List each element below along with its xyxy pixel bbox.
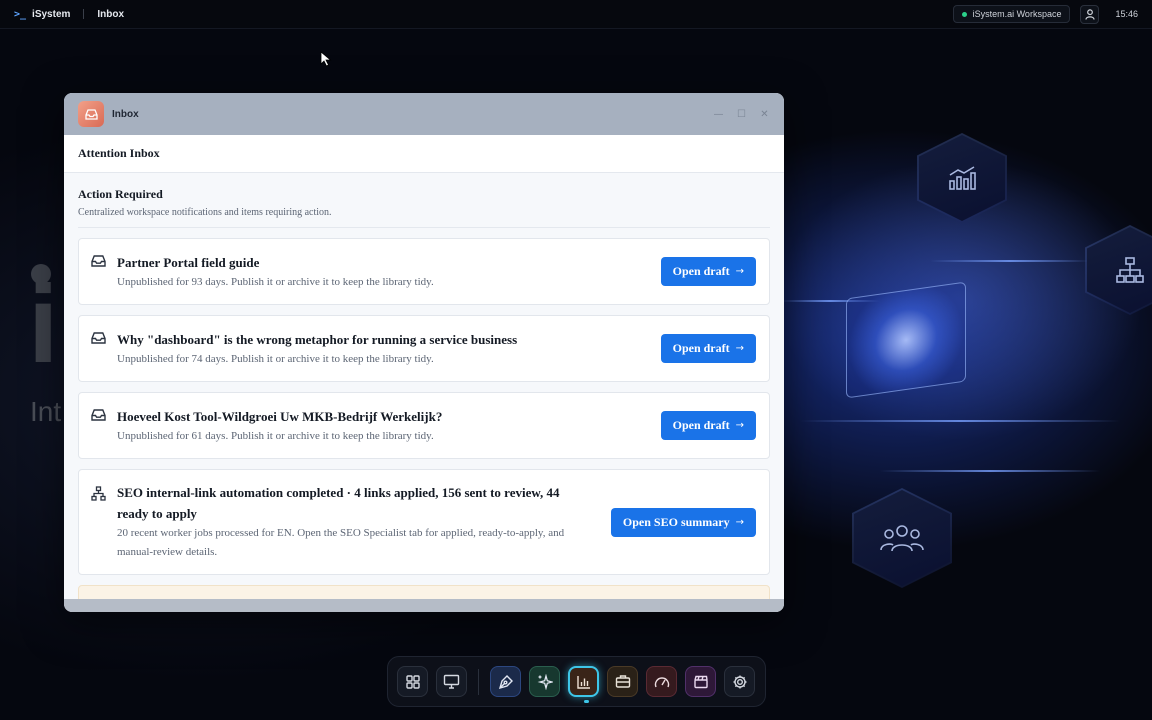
window-bottom-bar [64, 599, 784, 612]
workspace-status-dot [961, 11, 967, 17]
briefcase-icon [615, 675, 630, 688]
network-line [930, 260, 1090, 262]
arrow-right-icon: → [735, 266, 744, 277]
sparkles-icon [537, 673, 553, 690]
user-icon [1085, 8, 1095, 20]
dock-media-button[interactable] [685, 666, 716, 697]
open-draft-button[interactable]: Open draft → [660, 411, 756, 440]
button-label: Open draft [672, 264, 730, 278]
grid-icon [405, 674, 420, 689]
bar-chart-icon [576, 675, 590, 689]
item-title: Why "dashboard" is the wrong metaphor fo… [117, 331, 518, 347]
item-subtitle: 20 recent worker jobs processed for EN. … [117, 527, 565, 558]
top-bar-right: iSystem.ai Workspace 15:46 [952, 4, 1138, 24]
window-title: Inbox [112, 108, 139, 120]
dock-separator [478, 668, 479, 695]
dock-writer-button[interactable] [490, 666, 521, 697]
breadcrumb: Inbox [97, 8, 125, 20]
window-titlebar[interactable]: Inbox — ☐ ✕ [64, 93, 784, 135]
sitemap-icon [1116, 257, 1144, 283]
dock [387, 656, 766, 707]
dock-analytics-button[interactable] [568, 666, 599, 697]
breadcrumb-separator [83, 9, 85, 19]
user-menu-button[interactable] [1080, 4, 1100, 24]
workspace-switcher[interactable]: iSystem.ai Workspace [952, 5, 1071, 23]
item-title: SEO internal-link automation completed ·… [117, 485, 560, 521]
workspace-name: iSystem.ai Workspace [972, 9, 1062, 19]
close-icon[interactable]: ✕ [759, 109, 770, 120]
users-icon [880, 525, 924, 552]
dock-settings-button[interactable] [724, 666, 755, 697]
inbox-item: Why "dashboard" is the wrong metaphor fo… [78, 315, 770, 382]
open-draft-button[interactable]: Open draft → [660, 334, 756, 363]
inbox-item: Hoeveel Kost Tool-Wildgroei Uw MKB-Bedri… [78, 392, 770, 459]
brand-name: iSystem [32, 8, 71, 20]
inbox-item: Partner Portal field guide Unpublished f… [78, 238, 770, 305]
gauge-icon [654, 676, 669, 687]
inbox-app-icon [78, 101, 104, 127]
arrow-right-icon: → [735, 343, 744, 354]
terminal-prompt-icon: >_ [14, 8, 27, 20]
brand[interactable]: >_ iSystem [14, 9, 70, 20]
inbox-icon [84, 108, 98, 120]
dock-apps-button[interactable] [397, 666, 428, 697]
dock-desktop-button[interactable] [436, 666, 467, 697]
button-label: Open SEO summary [622, 514, 730, 529]
item-title: Partner Portal field guide [117, 254, 260, 270]
wallpaper-text-small: Int [30, 396, 62, 427]
open-draft-button[interactable]: Open draft → [660, 257, 756, 286]
monitor-icon [443, 674, 460, 689]
dock-portfolio-button[interactable] [607, 666, 638, 697]
open-seo-summary-button[interactable]: Open SEO summary → [610, 507, 756, 537]
section-title: Action Required [78, 187, 163, 201]
inbox-icon [91, 408, 109, 426]
inbox-icon [91, 331, 109, 349]
minimize-icon[interactable]: — [713, 109, 724, 120]
window-controls: — ☐ ✕ [713, 109, 770, 120]
inbox-icon [91, 254, 109, 272]
top-bar: >_ iSystem Inbox iSystem.ai Workspace 15… [0, 0, 1152, 29]
arrow-right-icon: → [735, 420, 744, 431]
line-chart-icon [949, 166, 976, 190]
dock-active-indicator [584, 700, 589, 703]
button-label: Open draft [672, 418, 730, 432]
gear-icon [733, 675, 746, 688]
inbox-content: Action Required Centralized workspace no… [64, 187, 784, 612]
item-subtitle: Unpublished for 74 days. Publish it or a… [117, 352, 434, 365]
page-title: Attention Inbox [64, 135, 784, 173]
mouse-cursor-icon [320, 51, 332, 67]
dock-performance-button[interactable] [646, 666, 677, 697]
clock: 15:46 [1115, 9, 1138, 19]
item-title: Hoeveel Kost Tool-Wildgroei Uw MKB-Bedri… [117, 408, 443, 424]
item-subtitle: Unpublished for 93 days. Publish it or a… [117, 275, 434, 288]
pen-tool-icon [498, 674, 513, 689]
network-line [800, 420, 1120, 422]
network-line [880, 470, 1100, 472]
inbox-item: SEO internal-link automation completed ·… [78, 469, 770, 575]
wallpaper-text-large: i [28, 263, 59, 386]
item-subtitle: Unpublished for 61 days. Publish it or a… [117, 429, 434, 442]
dock-ai-button[interactable] [529, 666, 560, 697]
sitemap-icon [91, 486, 109, 506]
button-label: Open draft [672, 341, 730, 355]
arrow-right-icon: → [735, 516, 744, 528]
maximize-icon[interactable]: ☐ [736, 109, 747, 120]
network-core-graphic [846, 281, 966, 399]
clapperboard-icon [693, 675, 708, 689]
section-description: Centralized workspace notifications and … [78, 207, 770, 228]
inbox-window: Inbox — ☐ ✕ Attention Inbox Action Requi… [64, 93, 784, 612]
